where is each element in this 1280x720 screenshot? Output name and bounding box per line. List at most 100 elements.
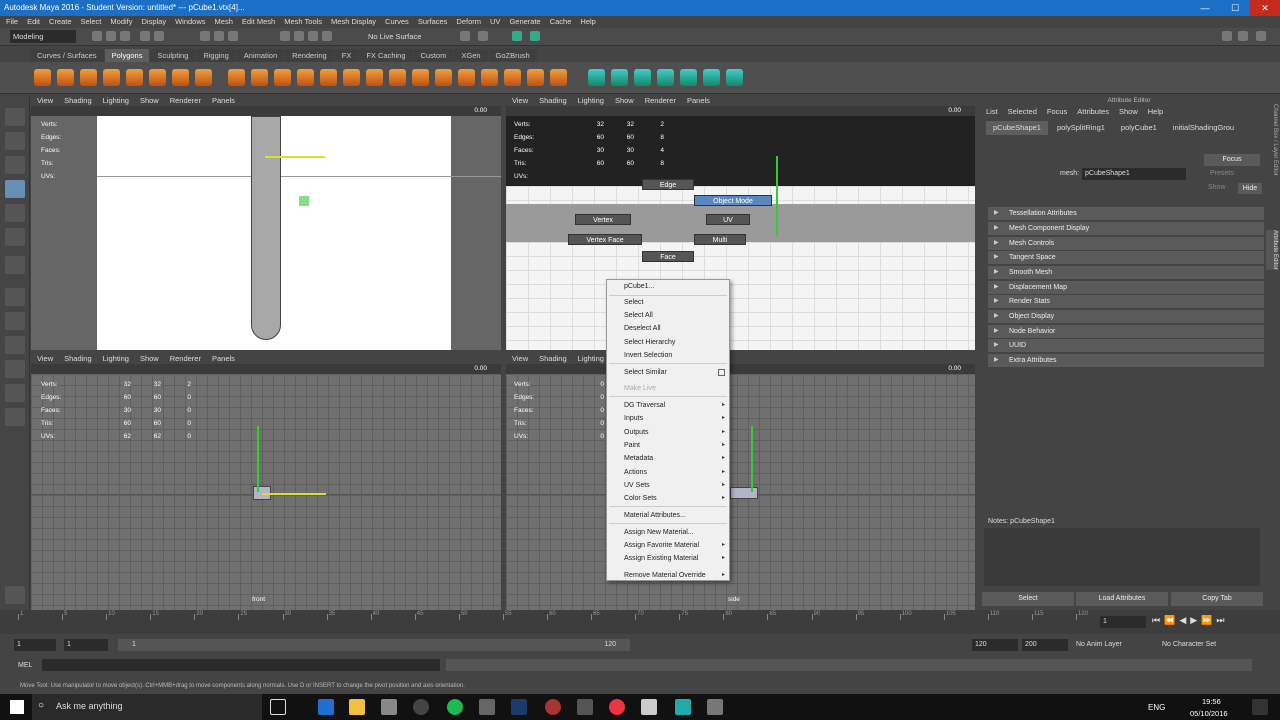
toggle-panel-2-icon[interactable]	[1256, 31, 1266, 41]
menu-display[interactable]: Display	[142, 16, 167, 28]
ctx-material-attributes[interactable]: Material Attributes...	[624, 510, 724, 521]
fill-hole-icon[interactable]	[412, 69, 429, 86]
snap-curve-icon[interactable]	[294, 31, 304, 41]
section-uuid[interactable]: UUID	[988, 339, 1264, 352]
menu-mesh-display[interactable]: Mesh Display	[331, 16, 376, 28]
current-frame-field[interactable]: 1	[1100, 616, 1146, 628]
ctx-remove-material-override[interactable]: Remove Material Override	[624, 570, 724, 581]
smooth-icon[interactable]	[274, 69, 291, 86]
character-set-dropdown[interactable]: No Character Set	[1162, 641, 1216, 648]
menu-create[interactable]: Create	[49, 16, 72, 28]
vp-menu-show[interactable]: Show	[140, 96, 159, 106]
lasso-tool-icon[interactable]	[5, 132, 25, 150]
vp3-menu-panels[interactable]: Panels	[212, 354, 235, 364]
ae-menu-show[interactable]: Show	[1119, 105, 1138, 119]
search-box[interactable]: ○ Ask me anything	[32, 694, 262, 720]
marking-edge[interactable]: Edge	[642, 179, 694, 190]
photoshop-icon[interactable]	[511, 699, 527, 715]
undo-icon[interactable]	[140, 31, 150, 41]
step-back-icon[interactable]: ◀	[1179, 615, 1186, 626]
shelf-tab-animation[interactable]: Animation	[236, 49, 285, 62]
paint-select-icon[interactable]	[5, 156, 25, 174]
ctx-select-similar[interactable]: Select Similar	[624, 367, 724, 378]
poly-plane-icon[interactable]	[126, 69, 143, 86]
select-tool-icon[interactable]	[5, 108, 25, 126]
start-time-field[interactable]: 1	[14, 639, 56, 651]
new-scene-icon[interactable]	[92, 31, 102, 41]
front-manipulator-y[interactable]	[257, 426, 259, 492]
menu-select[interactable]: Select	[81, 16, 102, 28]
vp4-menu-lighting[interactable]: Lighting	[578, 354, 604, 364]
extrude-icon[interactable]	[320, 69, 337, 86]
live-surface-field[interactable]: No Live Surface	[368, 30, 438, 43]
ctx-select-hierarchy[interactable]: Select Hierarchy	[624, 337, 724, 348]
step-forward-icon[interactable]: ⏩	[1201, 615, 1212, 626]
make-hole-icon[interactable]	[435, 69, 452, 86]
snap-point-icon[interactable]	[308, 31, 318, 41]
side-mesh[interactable]	[730, 487, 758, 499]
zbrush-icon[interactable]	[545, 699, 561, 715]
ctx-assign-new-material[interactable]: Assign New Material...	[624, 527, 724, 538]
auto-map-icon[interactable]	[657, 69, 674, 86]
vp3-value-field[interactable]: 0.00	[474, 365, 487, 372]
ctx-inputs[interactable]: Inputs	[624, 413, 724, 424]
ctx-metadata[interactable]: Metadata	[624, 453, 724, 464]
poly-prism-icon[interactable]	[172, 69, 189, 86]
ctx-assign-favorite-material[interactable]: Assign Favorite Material	[624, 540, 724, 551]
vp3-menu-view[interactable]: View	[37, 354, 53, 364]
ae-menu-help[interactable]: Help	[1148, 105, 1163, 119]
app-icon[interactable]	[479, 699, 495, 715]
ctx-paint[interactable]: Paint	[624, 440, 724, 451]
ae-menu-attributes[interactable]: Attributes	[1077, 105, 1109, 119]
viewport-front[interactable]: View Shading Lighting Show Renderer Pane…	[31, 354, 501, 610]
windows-start-icon[interactable]	[10, 700, 24, 714]
menu-generate[interactable]: Generate	[509, 16, 540, 28]
vp2-menu-panels[interactable]: Panels	[687, 96, 710, 106]
ae-tab-initialshadinggroup[interactable]: initialShadingGrou	[1166, 121, 1241, 135]
focus-button[interactable]: Focus	[1204, 154, 1260, 166]
menu-mesh-tools[interactable]: Mesh Tools	[284, 16, 322, 28]
ctx-deselect-all[interactable]: Deselect All	[624, 323, 724, 334]
layout-four-icon[interactable]	[5, 312, 25, 330]
maya-icon[interactable]	[675, 699, 691, 715]
section-mesh-component-display[interactable]: Mesh Component Display	[988, 222, 1264, 235]
step-back-key-icon[interactable]: ⏪	[1164, 615, 1175, 626]
vp3-menu-lighting[interactable]: Lighting	[103, 354, 129, 364]
ae-tab-pcubeshape1[interactable]: pCubeShape1	[986, 121, 1048, 135]
layout-single-icon[interactable]	[5, 288, 25, 306]
boolean-icon[interactable]	[297, 69, 314, 86]
section-smooth-mesh[interactable]: Smooth Mesh	[988, 266, 1264, 279]
ae-menu-focus[interactable]: Focus	[1047, 105, 1067, 119]
menu-edit[interactable]: Edit	[27, 16, 40, 28]
ae-copy-tab-button[interactable]: Copy Tab	[1171, 592, 1263, 606]
show-button[interactable]: Show	[1208, 184, 1226, 191]
target-weld-icon[interactable]	[481, 69, 498, 86]
attribute-editor-side-tab[interactable]: Attribute Editor	[1266, 230, 1278, 270]
option-box-icon[interactable]	[718, 369, 725, 376]
vp-menu-panels[interactable]: Panels	[212, 96, 235, 106]
move-tool-icon[interactable]	[5, 180, 25, 198]
poly-pipe-icon[interactable]	[195, 69, 212, 86]
ae-tab-polycube1[interactable]: polyCube1	[1114, 121, 1164, 135]
end-time-field[interactable]: 200	[1022, 639, 1068, 651]
go-to-start-icon[interactable]: ⏮	[1152, 615, 1160, 626]
menu-file[interactable]: File	[6, 16, 18, 28]
menu-edit-mesh[interactable]: Edit Mesh	[242, 16, 275, 28]
marking-face[interactable]: Face	[642, 251, 694, 262]
marking-vertex[interactable]: Vertex	[575, 214, 631, 225]
marking-multi[interactable]: Multi	[694, 234, 746, 245]
merge-icon[interactable]	[504, 69, 521, 86]
viewport-top-left[interactable]: View Shading Lighting Show Renderer Pane…	[31, 96, 501, 350]
vp4-menu-shading[interactable]: Shading	[539, 354, 567, 364]
ctx-select-all[interactable]: Select All	[624, 310, 724, 321]
persp-manipulator-y[interactable]	[776, 156, 778, 236]
spherical-map-icon[interactable]	[634, 69, 651, 86]
app2-icon[interactable]	[577, 699, 593, 715]
rotate-tool-icon[interactable]	[5, 204, 25, 222]
save-scene-icon[interactable]	[120, 31, 130, 41]
app4-icon[interactable]	[707, 699, 723, 715]
range-slider[interactable]: 1 120	[118, 639, 630, 651]
bridge-icon[interactable]	[343, 69, 360, 86]
append-icon[interactable]	[389, 69, 406, 86]
edge-icon[interactable]	[318, 699, 334, 715]
